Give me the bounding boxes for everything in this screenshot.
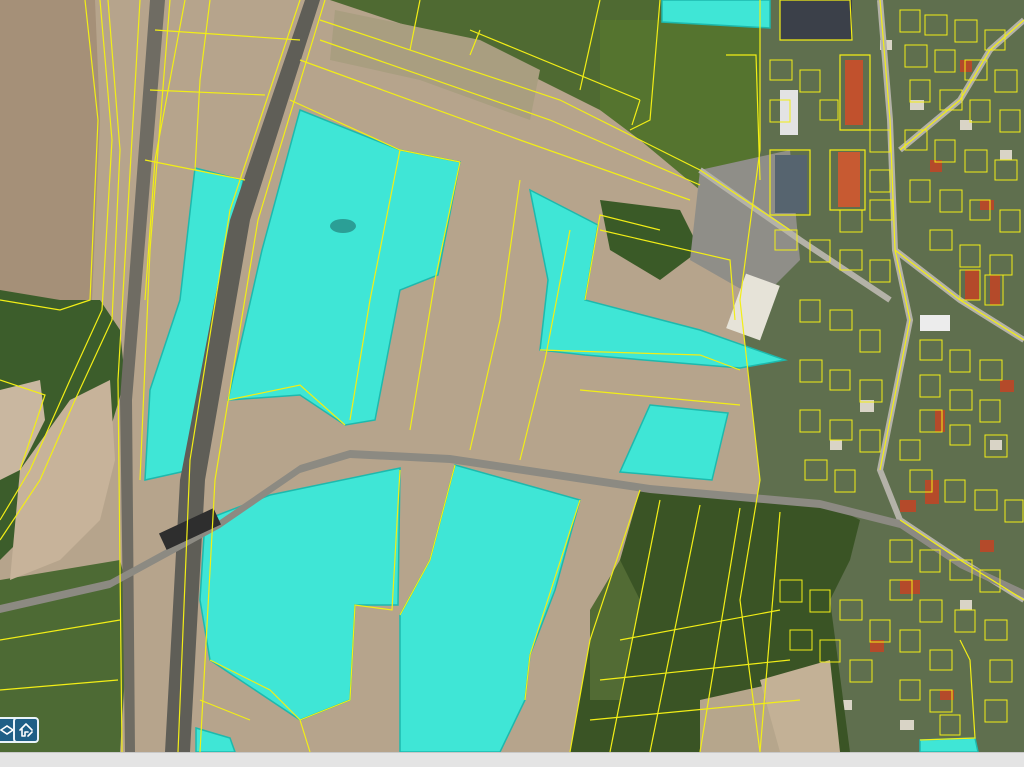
building-white-roof (780, 90, 798, 135)
building-red-roof-2 (838, 152, 860, 207)
home-extent-icon (19, 723, 33, 737)
field-west (0, 0, 100, 310)
aerial-map[interactable] (0, 0, 1024, 752)
status-bar (0, 752, 1024, 767)
map-view[interactable] (0, 0, 1024, 752)
building-small-white (920, 315, 950, 331)
home-extent-button[interactable] (13, 717, 39, 743)
building-solar-roof (780, 0, 852, 40)
building-grey-roof (775, 155, 807, 213)
pond (330, 219, 356, 233)
building-red-roof (845, 60, 863, 125)
